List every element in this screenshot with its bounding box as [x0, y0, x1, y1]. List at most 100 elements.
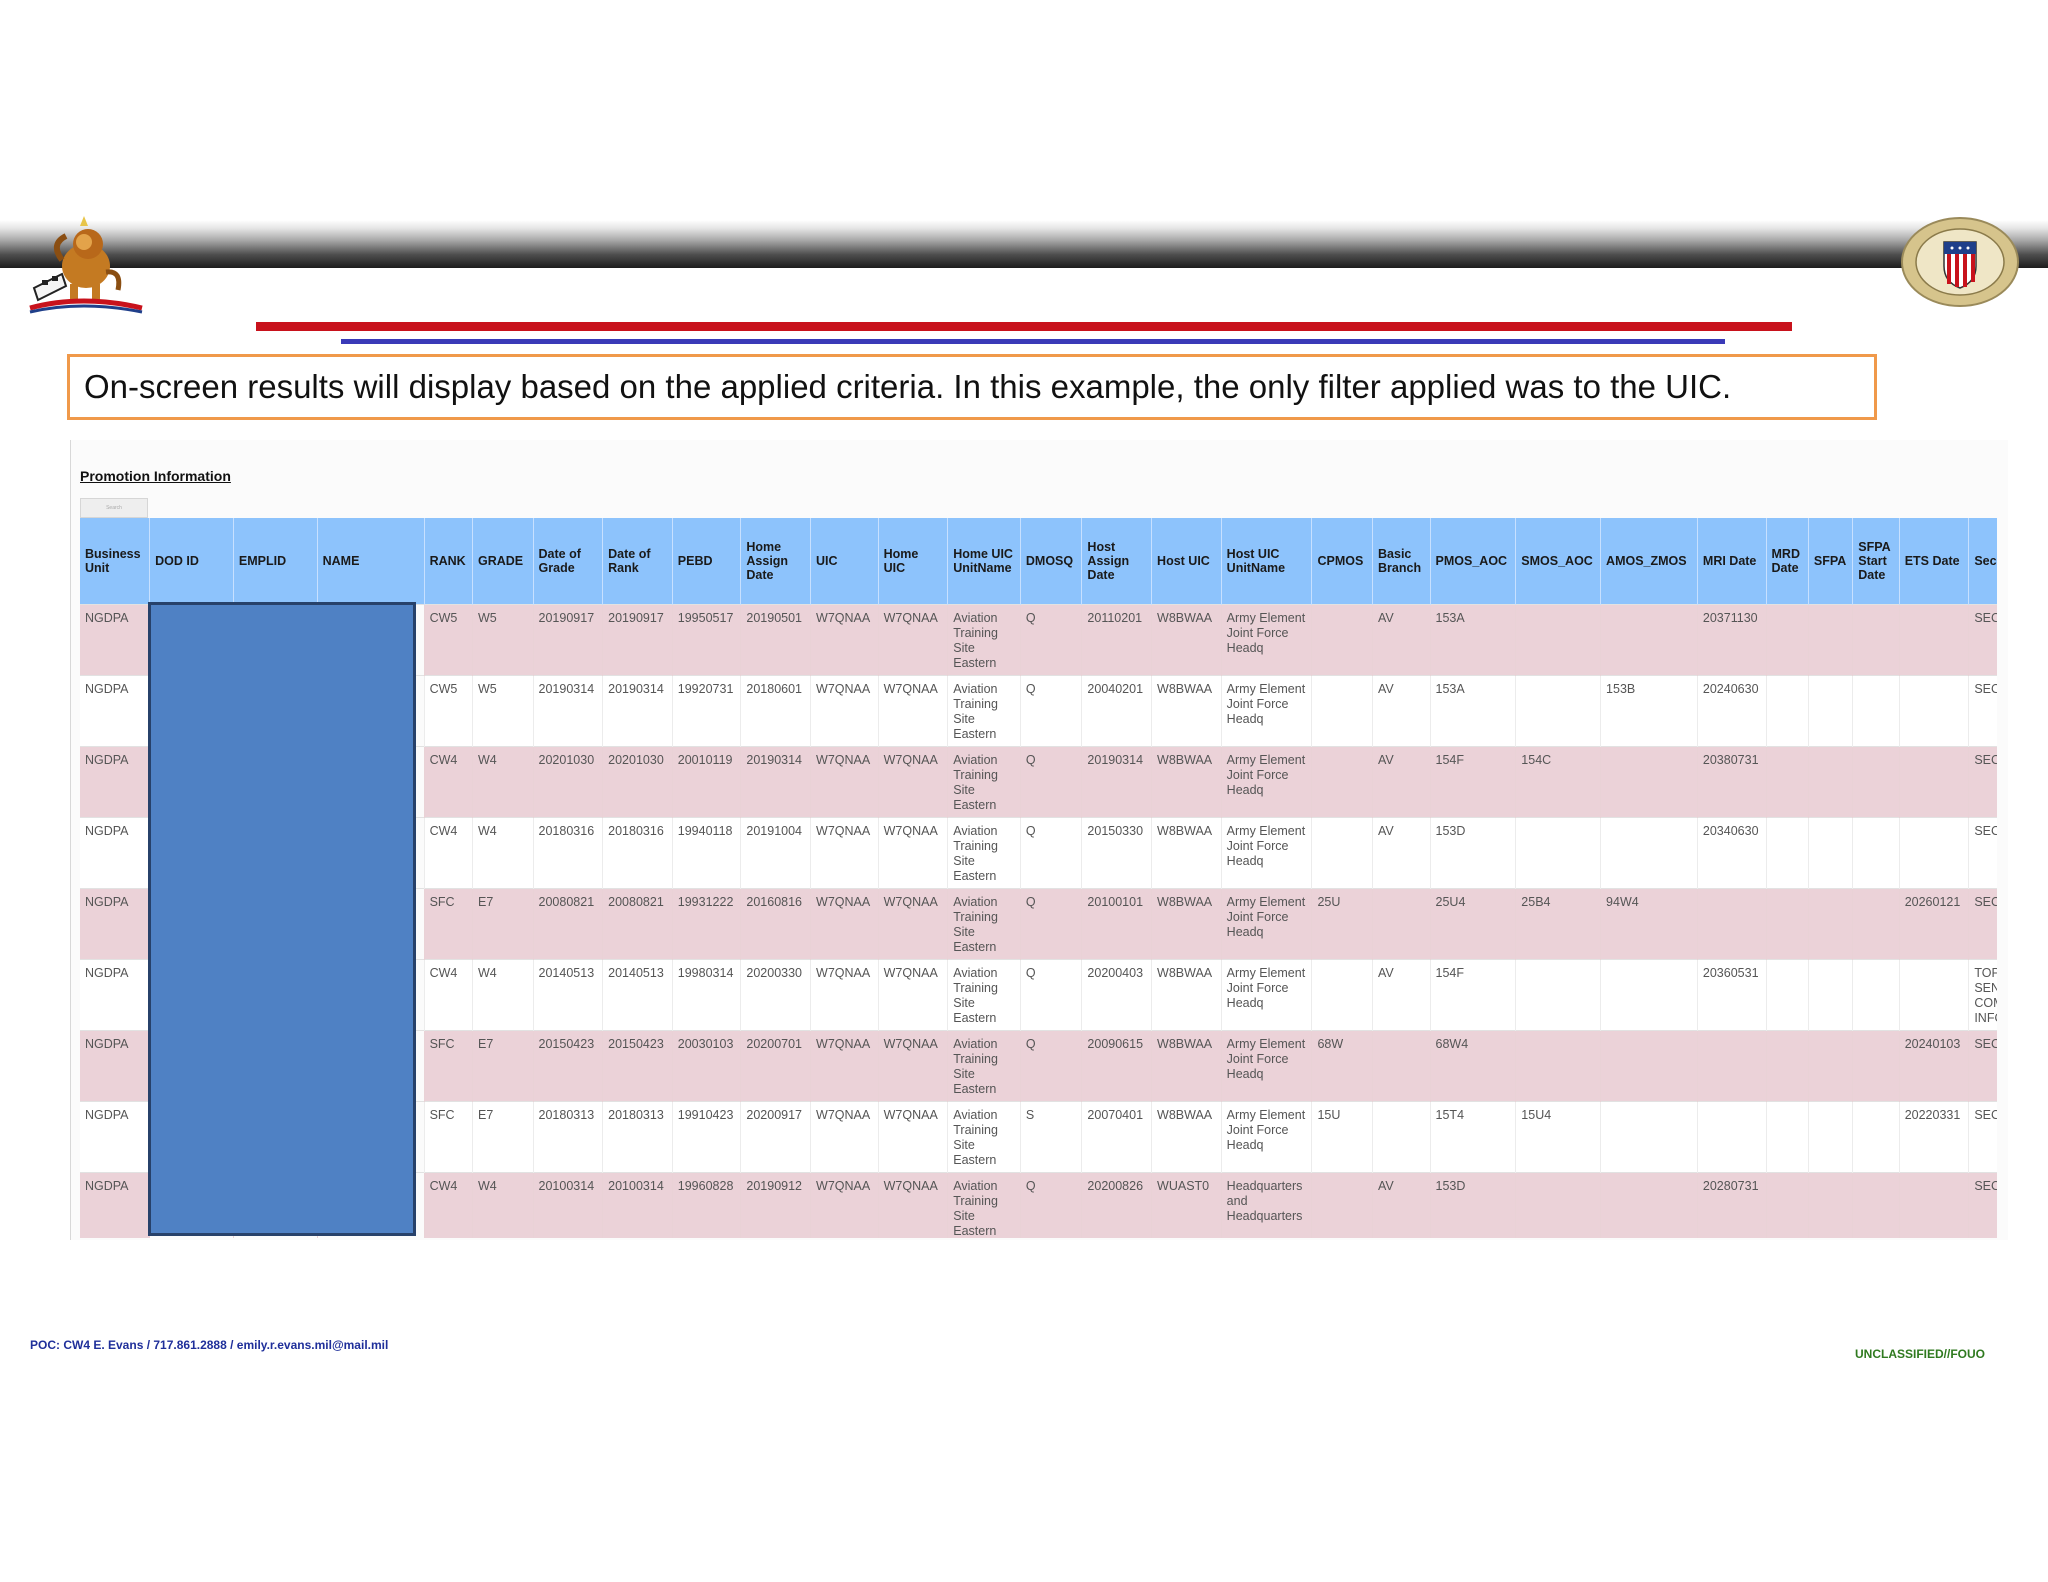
- table-cell: W8BWAA: [1151, 887, 1222, 959]
- column-header[interactable]: DOD ID: [149, 518, 234, 604]
- column-header[interactable]: Securi: [1968, 518, 1997, 604]
- table-cell: [1515, 674, 1602, 746]
- table-cell: 20371130: [1697, 603, 1767, 675]
- column-header[interactable]: Home UIC: [878, 518, 949, 604]
- table-cell: 153A: [1430, 674, 1517, 746]
- table-cell: [1852, 674, 1900, 746]
- column-header[interactable]: RANK: [424, 518, 474, 604]
- table-cell: [1311, 603, 1374, 675]
- table-cell: W8BWAA: [1151, 816, 1222, 888]
- table-cell: SFC: [424, 1029, 474, 1101]
- table-cell: [1766, 887, 1809, 959]
- table-cell: 20360531: [1697, 958, 1767, 1030]
- column-header[interactable]: Basic Branch: [1372, 518, 1431, 604]
- table-cell: Army Element Joint Force Headq: [1221, 887, 1313, 959]
- column-header[interactable]: NAME: [317, 518, 425, 604]
- table-cell: CW4: [424, 958, 474, 1030]
- column-header[interactable]: AMOS_ZMOS: [1600, 518, 1698, 604]
- column-header[interactable]: PMOS_AOC: [1430, 518, 1517, 604]
- column-header[interactable]: SMOS_AOC: [1515, 518, 1602, 604]
- table-cell: AV: [1372, 958, 1431, 1030]
- table-cell: 20190314: [740, 745, 812, 817]
- column-header[interactable]: DMOSQ: [1020, 518, 1083, 604]
- table-cell: [1852, 745, 1900, 817]
- table-cell: [1852, 1171, 1900, 1238]
- table-cell: [1899, 816, 1970, 888]
- table-cell: 20140513: [602, 958, 673, 1030]
- column-header[interactable]: Host Assign Date: [1081, 518, 1153, 604]
- column-header[interactable]: ETS Date: [1899, 518, 1970, 604]
- table-cell: Aviation Training Site Eastern: [947, 1171, 1021, 1238]
- table-cell: S: [1020, 1100, 1083, 1172]
- table-cell: [1372, 1100, 1431, 1172]
- table-cell: Army Element Joint Force Headq: [1221, 958, 1313, 1030]
- column-header[interactable]: Home UIC UnitName: [947, 518, 1021, 604]
- column-header[interactable]: SFPA Start Date: [1852, 518, 1900, 604]
- column-header[interactable]: PEBD: [672, 518, 742, 604]
- table-cell: 68W4: [1430, 1029, 1517, 1101]
- table-cell: AV: [1372, 603, 1431, 675]
- table-cell: W7QNAA: [878, 674, 949, 746]
- column-header[interactable]: EMPLID: [233, 518, 318, 604]
- table-cell: [1852, 816, 1900, 888]
- column-header[interactable]: Host UIC UnitName: [1221, 518, 1313, 604]
- table-cell: 20180316: [533, 816, 604, 888]
- column-header[interactable]: GRADE: [472, 518, 534, 604]
- table-cell: W7QNAA: [878, 1029, 949, 1101]
- column-header[interactable]: Business Unit: [80, 518, 151, 604]
- table-cell: 19980314: [672, 958, 742, 1030]
- table-cell: 20040201: [1081, 674, 1153, 746]
- table-cell: 20190912: [740, 1171, 812, 1238]
- table-cell: SFC: [424, 887, 474, 959]
- search-button[interactable]: Search: [80, 498, 148, 518]
- table-cell: [1766, 958, 1809, 1030]
- column-header[interactable]: MRD Date: [1766, 518, 1809, 604]
- column-header[interactable]: CPMOS: [1311, 518, 1374, 604]
- table-cell: 20200701: [740, 1029, 812, 1101]
- table-cell: 20080821: [533, 887, 604, 959]
- table-cell: 15U: [1311, 1100, 1374, 1172]
- table-cell: SECRE: [1968, 1029, 1997, 1101]
- column-header[interactable]: Home Assign Date: [740, 518, 812, 604]
- table-header-row: Business Unit DOD ID EMPLID NAME RANK GRADE Da…: [80, 518, 1997, 604]
- table-cell: Aviation Training Site Eastern: [947, 1100, 1021, 1172]
- table-cell: WUAST0: [1151, 1171, 1222, 1238]
- header-band: [0, 220, 2048, 268]
- table-cell: [1852, 958, 1900, 1030]
- column-header[interactable]: Date of Rank: [602, 518, 673, 604]
- table-cell: W7QNAA: [878, 887, 949, 959]
- table-cell: SECRE: [1968, 1171, 1997, 1238]
- table-cell: [1311, 745, 1374, 817]
- table-cell: CW4: [424, 1171, 474, 1238]
- table-cell: W7QNAA: [810, 745, 879, 817]
- table-cell: Aviation Training Site Eastern: [947, 603, 1021, 675]
- table-cell: W7QNAA: [878, 603, 949, 675]
- table-cell: 153D: [1430, 1171, 1517, 1238]
- column-header[interactable]: MRI Date: [1697, 518, 1767, 604]
- table-cell: [1808, 816, 1854, 888]
- table-cell: W4: [472, 1171, 534, 1238]
- table-cell: [1515, 1029, 1602, 1101]
- table-cell: SECRE: [1968, 603, 1997, 675]
- table-cell: [1808, 1029, 1854, 1101]
- table-cell: 154F: [1430, 958, 1517, 1030]
- table-cell: [1766, 1029, 1809, 1101]
- table-cell: NGDPA: [80, 745, 151, 817]
- table-cell: W7QNAA: [878, 1171, 949, 1238]
- table-cell: 20180601: [740, 674, 812, 746]
- column-header[interactable]: Date of Grade: [533, 518, 604, 604]
- table-cell: 20160816: [740, 887, 812, 959]
- table-cell: 153B: [1600, 674, 1698, 746]
- table-cell: 20190314: [1081, 745, 1153, 817]
- table-cell: [1808, 887, 1854, 959]
- column-header[interactable]: UIC: [810, 518, 879, 604]
- column-header[interactable]: Host UIC: [1151, 518, 1222, 604]
- table-cell: 20080821: [602, 887, 673, 959]
- column-header[interactable]: SFPA: [1808, 518, 1854, 604]
- table-cell: W4: [472, 745, 534, 817]
- table-cell: 19960828: [672, 1171, 742, 1238]
- table-cell: CW4: [424, 745, 474, 817]
- adjutant-general-corps-seal-icon: [1901, 217, 2019, 307]
- table-cell: NGDPA: [80, 1100, 151, 1172]
- table-cell: W5: [472, 603, 534, 675]
